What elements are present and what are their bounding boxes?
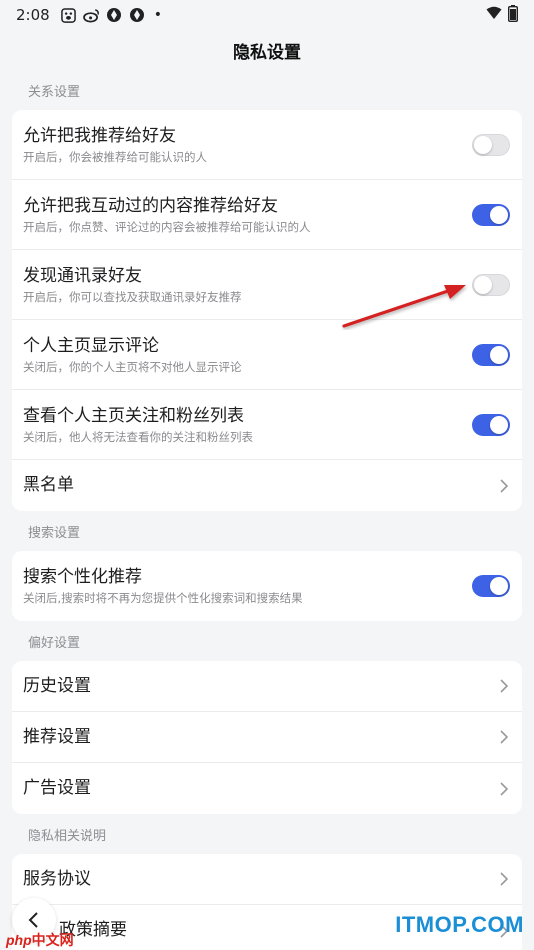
itmop-watermark: ITMOP.COM	[395, 912, 524, 937]
setting-title: 查看个人主页关注和粉丝列表	[23, 405, 244, 426]
list-item-label: 推荐设置	[23, 726, 91, 747]
preference-card: 历史设置 推荐设置 广告设置	[12, 661, 522, 814]
list-item-label: 广告设置	[23, 778, 91, 799]
php-watermark: php中文网	[6, 932, 74, 948]
setting-subtitle: 开启后，你可以查找及获取通讯录好友推荐	[23, 289, 242, 304]
battery-icon	[507, 4, 519, 26]
toggle-recommend-interacted[interactable]	[472, 203, 510, 226]
toggle-recommend-me[interactable]	[472, 133, 510, 156]
wifi-icon	[486, 6, 502, 24]
list-item-label: 历史设置	[23, 675, 91, 696]
toggle-show-comments[interactable]	[472, 343, 510, 366]
toggle-follow-list[interactable]	[472, 413, 510, 436]
page-title: 隐私设置	[233, 42, 301, 63]
setting-row-search-personalized[interactable]: 搜索个性化推荐 关闭后,搜索时将不再为您提供个性化搜索词和搜索结果	[12, 551, 522, 621]
toggle-contacts[interactable]	[472, 273, 510, 296]
setting-row-follow-list[interactable]: 查看个人主页关注和粉丝列表 关闭后，他人将无法查看你的关注和粉丝列表	[12, 390, 522, 460]
setting-title: 个人主页显示评论	[23, 335, 159, 356]
list-item-label: 服务协议	[23, 868, 91, 889]
chevron-right-icon	[500, 730, 509, 744]
chevron-right-icon	[500, 478, 509, 493]
setting-subtitle: 开启后，你会被推荐给可能认识的人	[23, 149, 207, 164]
setting-row-recommend-interacted[interactable]: 允许把我互动过的内容推荐给好友 开启后，你点赞、评论过的内容会被推荐给可能认识的…	[12, 180, 522, 250]
blacklist-row[interactable]: 黑名单	[12, 460, 522, 511]
status-bar: 2:08 •	[0, 0, 534, 30]
status-time: 2:08	[16, 6, 50, 24]
weibo-icon	[82, 7, 100, 24]
setting-title: 允许把我推荐给好友	[23, 125, 176, 146]
setting-subtitle: 关闭后，你的个人主页将不对他人显示评论	[23, 359, 242, 374]
chevron-right-icon	[500, 781, 509, 796]
blacklist-label: 黑名单	[23, 475, 74, 496]
app-icon	[129, 7, 146, 24]
search-card: 搜索个性化推荐 关闭后,搜索时将不再为您提供个性化搜索词和搜索结果	[12, 551, 522, 621]
chevron-left-icon	[28, 912, 38, 928]
list-item-service-agreement[interactable]: 服务协议	[12, 854, 522, 905]
section-header-privacy-docs: 隐私相关说明	[28, 828, 107, 844]
app-icon	[106, 7, 123, 24]
setting-title: 允许把我互动过的内容推荐给好友	[23, 195, 278, 216]
section-header-preference: 偏好设置	[28, 635, 81, 651]
dot-icon: •	[153, 7, 162, 23]
setting-row-show-comments[interactable]: 个人主页显示评论 关闭后，你的个人主页将不对他人显示评论	[12, 320, 522, 390]
list-item-history[interactable]: 历史设置	[12, 661, 522, 712]
chevron-right-icon	[500, 679, 509, 693]
setting-row-recommend-me[interactable]: 允许把我推荐给好友 开启后，你会被推荐给可能认识的人	[12, 110, 522, 180]
list-item-ads[interactable]: 广告设置	[12, 763, 522, 814]
toggle-search-personalized[interactable]	[472, 575, 510, 597]
paw-icon	[60, 7, 77, 24]
setting-subtitle: 关闭后,搜索时将不再为您提供个性化搜索词和搜索结果	[23, 591, 303, 606]
setting-title: 发现通讯录好友	[23, 265, 142, 286]
setting-subtitle: 开启后，你点赞、评论过的内容会被推荐给可能认识的人	[23, 219, 311, 234]
setting-title: 搜索个性化推荐	[23, 567, 142, 588]
setting-row-contacts[interactable]: 发现通讯录好友 开启后，你可以查找及获取通讯录好友推荐	[12, 250, 522, 320]
list-item-recommend[interactable]: 推荐设置	[12, 712, 522, 763]
section-header-search: 搜索设置	[28, 525, 81, 541]
section-header-relationship: 关系设置	[28, 84, 81, 100]
relationship-card: 允许把我推荐给好友 开启后，你会被推荐给可能认识的人 允许把我互动过的内容推荐给…	[12, 110, 522, 511]
setting-subtitle: 关闭后，他人将无法查看你的关注和粉丝列表	[23, 429, 253, 444]
chevron-right-icon	[500, 872, 509, 886]
